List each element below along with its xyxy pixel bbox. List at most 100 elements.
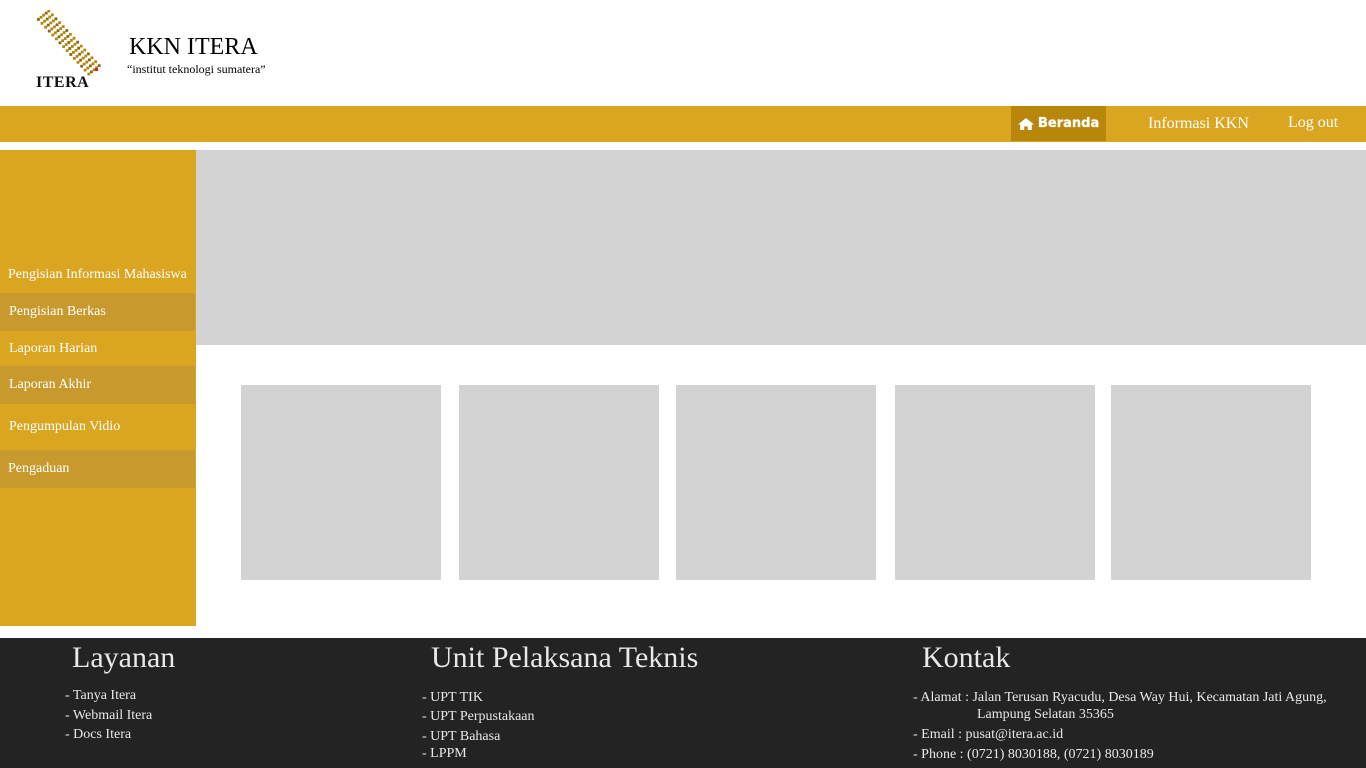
- logo-dot: [61, 39, 64, 43]
- logo-dot: [56, 29, 60, 33]
- itera-logo[interactable]: ITERA: [33, 10, 105, 92]
- logo-dot: [88, 58, 91, 62]
- footer-phone: - Phone : (0721) 8030188, (0721) 8030189: [913, 747, 1154, 762]
- footer-link-docs-itera[interactable]: - Docs Itera: [65, 727, 131, 743]
- logo-dot: [97, 64, 101, 67]
- logo-dot: [69, 33, 72, 36]
- logo-red-dot: [95, 68, 98, 71]
- content-card[interactable]: [1111, 385, 1311, 580]
- logo-dot: [66, 35, 70, 38]
- logo-dot: [79, 44, 83, 48]
- logo-dot: [90, 56, 94, 60]
- content-card[interactable]: [241, 385, 441, 580]
- sidebar-item-laporan-harian[interactable]: Laporan Harian: [0, 331, 195, 366]
- logo-dot: [65, 29, 69, 32]
- footer-link-upt-bahasa[interactable]: - UPT Bahasa: [422, 729, 500, 745]
- logo-dot: [53, 25, 56, 29]
- nav-home-button[interactable]: Beranda: [1011, 106, 1106, 141]
- logo-dot: [62, 45, 65, 49]
- logo-dot: [51, 13, 54, 17]
- logo-dot: [44, 11, 48, 15]
- logo-dot: [79, 58, 82, 62]
- logo-dot: [90, 70, 93, 74]
- logo-dot: [70, 39, 73, 42]
- logo-dot: [62, 31, 66, 34]
- footer-email[interactable]: - Email : pusat@itera.ac.id: [913, 727, 1063, 743]
- logo-dot: [77, 46, 80, 50]
- logo-dot: [74, 48, 78, 52]
- logo-dot: [87, 52, 90, 56]
- logo-dot: [63, 37, 67, 40]
- main-banner-placeholder: [196, 150, 1366, 345]
- logo-dot: [54, 17, 58, 21]
- sidebar-item-berkas[interactable]: Pengisian Berkas: [0, 293, 195, 331]
- logo-dot: [45, 17, 49, 21]
- sidebar-item-laporan-akhir[interactable]: Laporan Akhir: [0, 366, 195, 404]
- logo-dot: [80, 64, 83, 68]
- site-header: ITERA KKN ITERA “institut teknologi suma…: [0, 0, 1366, 106]
- logo-dot: [86, 66, 90, 70]
- footer-heading-layanan: Layanan: [72, 641, 176, 674]
- footer-link-upt-perpustakaan[interactable]: - UPT Perpustakaan: [422, 709, 535, 725]
- sidebar: Pengisian Informasi Mahasiswa Pengisian …: [0, 150, 196, 626]
- logo-dot: [69, 53, 73, 56]
- logo-dot: [42, 13, 45, 17]
- top-navbar: Beranda Informasi KKN Log out: [0, 106, 1366, 142]
- logo-dot: [89, 64, 92, 68]
- logo-dot: [76, 60, 80, 64]
- logo-dot: [67, 41, 71, 44]
- logo-dot: [61, 25, 65, 28]
- logo-dot: [81, 56, 85, 60]
- content-card[interactable]: [676, 385, 876, 580]
- footer-link-upt-tik[interactable]: - UPT TIK: [422, 690, 483, 706]
- logo-dot: [68, 47, 72, 50]
- nav-home-label: Beranda: [1038, 116, 1100, 131]
- logo-dot: [84, 54, 88, 58]
- logo-text: ITERA: [36, 74, 90, 91]
- logo-dot: [58, 41, 62, 45]
- logo-dot: [39, 15, 43, 19]
- logo-dot: [82, 62, 86, 66]
- logo-dot: [72, 36, 76, 40]
- sidebar-item-pengumpulan-vidio[interactable]: Pengumpulan Vidio: [0, 404, 195, 450]
- logo-dot: [75, 54, 79, 58]
- sidebar-item-pengaduan[interactable]: Pengaduan: [0, 450, 195, 488]
- footer-link-webmail-itera[interactable]: - Webmail Itera: [65, 708, 152, 724]
- site-title: KKN ITERA: [129, 34, 258, 60]
- nav-logout[interactable]: Log out: [1288, 114, 1338, 132]
- footer-link-lppm[interactable]: - LPPM: [422, 746, 467, 762]
- logo-dot: [83, 48, 87, 52]
- logo-dot: [85, 60, 89, 64]
- logo-dot: [51, 33, 55, 37]
- logo-dot: [55, 37, 58, 41]
- logo-dot: [48, 15, 52, 19]
- logo-dot: [47, 10, 51, 13]
- logo-dot: [76, 40, 79, 44]
- sumatra-dots-icon: [37, 10, 101, 76]
- footer-address-line2: Lampung Selatan 35365: [977, 707, 1114, 722]
- logo-dot: [65, 49, 69, 52]
- footer-address: - Alamat : Jalan Terusan Ryacudu, Desa W…: [913, 690, 1327, 705]
- nav-informasi-kkn[interactable]: Informasi KKN: [1148, 115, 1249, 133]
- logo-dot: [80, 50, 84, 54]
- site-footer: Layanan - Tanya Itera - Webmail Itera - …: [0, 638, 1366, 768]
- logo-dot: [40, 21, 44, 25]
- footer-link-tanya-itera[interactable]: - Tanya Itera: [65, 688, 136, 704]
- logo-dot: [83, 68, 87, 72]
- logo-dot: [50, 27, 54, 31]
- logo-dot: [59, 27, 62, 31]
- home-icon: [1018, 117, 1034, 130]
- logo-dot: [58, 21, 61, 25]
- logo-dot: [71, 45, 74, 48]
- content-card[interactable]: [895, 385, 1095, 580]
- logo-dot: [92, 68, 96, 72]
- logo-dot: [46, 23, 50, 27]
- logo-dot: [60, 33, 63, 37]
- sidebar-item-informasi-mahasiswa[interactable]: Pengisian Informasi Mahasiswa: [0, 257, 195, 293]
- logo-dot: [91, 62, 95, 66]
- logo-dot: [73, 42, 77, 46]
- logo-dot: [72, 51, 75, 54]
- logo-dot: [78, 52, 81, 56]
- content-card[interactable]: [459, 385, 659, 580]
- logo-dot: [44, 25, 47, 29]
